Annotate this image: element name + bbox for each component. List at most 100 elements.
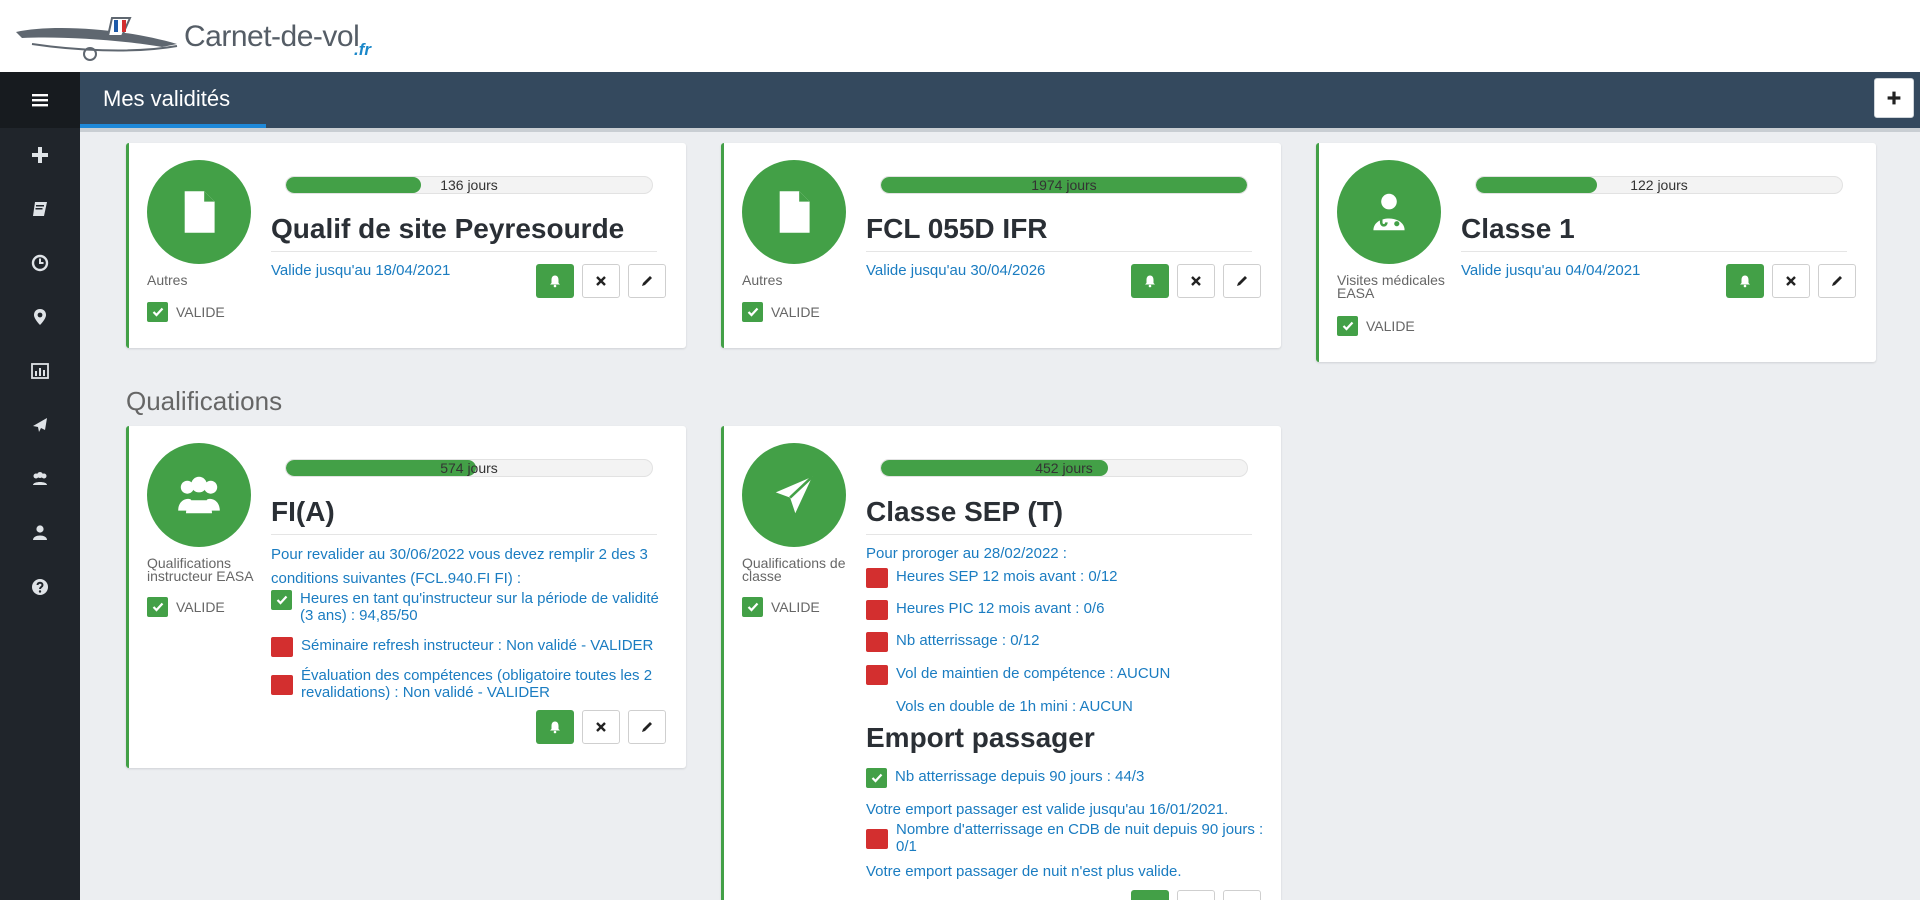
brand-bar: Carnet-de-vol .fr	[0, 0, 1920, 72]
qualification-card: Qualifications instructeur EASA VALIDE 5…	[126, 426, 686, 768]
qualification-name: FI(A)	[271, 496, 335, 527]
validity-card: Autres VALIDE 1974 jours FCL 055D IFR Va…	[721, 143, 1281, 348]
status-label: VALIDE	[176, 304, 225, 320]
validity-progress-bar: 452 jours	[880, 459, 1248, 477]
validity-name: FCL 055D IFR	[866, 213, 1048, 244]
condition-text: Heures SEP 12 mois avant : 0/12	[896, 568, 1118, 585]
bell-icon	[1145, 275, 1155, 288]
card-category: Qualifications de classe	[742, 555, 846, 584]
check-icon	[1337, 316, 1358, 336]
add-validity-button[interactable]	[1874, 78, 1914, 118]
validity-expiry: Valide jusqu'au 30/04/2026	[866, 262, 1046, 279]
validity-name: Classe 1	[1461, 213, 1575, 244]
alert-button[interactable]	[536, 264, 574, 298]
sidebar	[0, 72, 80, 900]
status-badge: VALIDE	[147, 302, 225, 322]
brand-name[interactable]: Carnet-de-vol	[184, 20, 360, 54]
page-title: Mes validités	[103, 86, 231, 111]
sidebar-item-aircraft[interactable]	[0, 398, 80, 452]
users-icon	[33, 472, 47, 485]
brand-tld: .fr	[354, 40, 371, 59]
bell-icon	[1740, 275, 1750, 288]
sidebar-item-history[interactable]	[0, 236, 80, 290]
sidebar-item-profile[interactable]	[0, 506, 80, 560]
card-category: Visites médicales EASA	[1337, 272, 1445, 301]
delete-button[interactable]	[1772, 264, 1810, 298]
title-divider	[271, 534, 657, 535]
delete-button[interactable]	[582, 264, 620, 298]
unmet-icon	[866, 568, 888, 588]
check-icon	[742, 302, 763, 322]
clock-icon	[31, 254, 49, 272]
sidebar-item-stats[interactable]	[0, 344, 80, 398]
prorogation-intro: Pour proroger au 28/02/2022 :	[866, 545, 1067, 562]
qualification-card: Qualifications de classe VALIDE 452 jour…	[721, 426, 1281, 900]
condition-text[interactable]: Séminaire refresh instructeur : Non vali…	[301, 637, 653, 654]
sidebar-item-add[interactable]	[0, 128, 80, 182]
condition-text[interactable]: Heures en tant qu'instructeur sur la pér…	[300, 590, 671, 624]
condition-text: Heures PIC 12 mois avant : 0/6	[896, 600, 1105, 617]
delete-button[interactable]	[1177, 264, 1215, 298]
progress-label: 452 jours	[1035, 460, 1093, 476]
status-label: VALIDE	[1366, 318, 1415, 334]
status-badge: VALIDE	[742, 302, 820, 322]
book-icon	[33, 202, 47, 216]
validity-progress-bar: 122 jours	[1475, 176, 1843, 194]
edit-button[interactable]	[1223, 264, 1261, 298]
sidebar-item-people[interactable]	[0, 452, 80, 506]
passenger-valid-note: Votre emport passager est valide jusqu'a…	[866, 801, 1229, 818]
section-subtitle: Emport passager	[866, 722, 1095, 753]
status-label: VALIDE	[771, 599, 820, 615]
plus-icon	[1887, 91, 1901, 105]
condition-item: Nombre d'atterrissage en CDB de nuit dep…	[866, 821, 1266, 855]
alert-button[interactable]	[1131, 264, 1169, 298]
night-invalid-note: Votre emport passager de nuit n'est plus…	[866, 863, 1182, 880]
unmet-icon	[866, 665, 888, 685]
map-marker-icon	[34, 309, 46, 325]
card-actions	[536, 710, 666, 744]
paper-plane-icon	[775, 475, 814, 514]
condition-item: Heures en tant qu'instructeur sur la pér…	[271, 590, 671, 624]
edit-button[interactable]	[628, 710, 666, 744]
user-icon	[33, 525, 47, 540]
validity-progress-bar: 1974 jours	[880, 176, 1248, 194]
delete-button[interactable]	[582, 710, 620, 744]
document-icon	[779, 191, 810, 233]
close-icon	[1786, 276, 1796, 286]
condition-item: Heures SEP 12 mois avant : 0/12	[866, 568, 1118, 588]
card-category: Autres	[742, 272, 783, 288]
menu-icon	[32, 94, 48, 107]
alert-button[interactable]	[1726, 264, 1764, 298]
condition-text[interactable]: Évaluation des compétences (obligatoire …	[301, 667, 671, 701]
plus-icon	[32, 147, 48, 163]
title-divider	[866, 534, 1252, 535]
condition-text: Nb atterrissage : 0/12	[896, 632, 1040, 649]
check-icon	[271, 590, 292, 610]
card-category: Autres	[147, 272, 188, 288]
revalidation-intro: Pour revalider au 30/06/2022 vous devez …	[271, 546, 648, 587]
delete-button[interactable]	[1177, 890, 1215, 900]
logo-airplane-icon[interactable]	[12, 14, 182, 64]
validity-progress-bar: 574 jours	[285, 459, 653, 477]
sidebar-item-help[interactable]	[0, 560, 80, 614]
pencil-icon	[642, 722, 652, 732]
plane-icon	[33, 418, 47, 432]
category-avatar	[147, 160, 251, 264]
sidebar-item-places[interactable]	[0, 290, 80, 344]
title-divider	[271, 251, 657, 252]
alert-button[interactable]	[1131, 890, 1169, 900]
qualification-name: Classe SEP (T)	[866, 496, 1064, 527]
edit-button[interactable]	[1223, 890, 1261, 900]
card-actions	[1131, 264, 1261, 298]
bar-chart-icon	[31, 363, 49, 379]
status-badge: VALIDE	[147, 597, 225, 617]
edit-button[interactable]	[1818, 264, 1856, 298]
users-icon	[178, 476, 220, 514]
pencil-icon	[1237, 276, 1247, 286]
menu-toggle-button[interactable]	[0, 72, 80, 128]
condition-text: Nombre d'atterrissage en CDB de nuit dep…	[896, 821, 1264, 855]
edit-button[interactable]	[628, 264, 666, 298]
alert-button[interactable]	[536, 710, 574, 744]
sidebar-item-logbook[interactable]	[0, 182, 80, 236]
card-actions	[1131, 890, 1261, 900]
